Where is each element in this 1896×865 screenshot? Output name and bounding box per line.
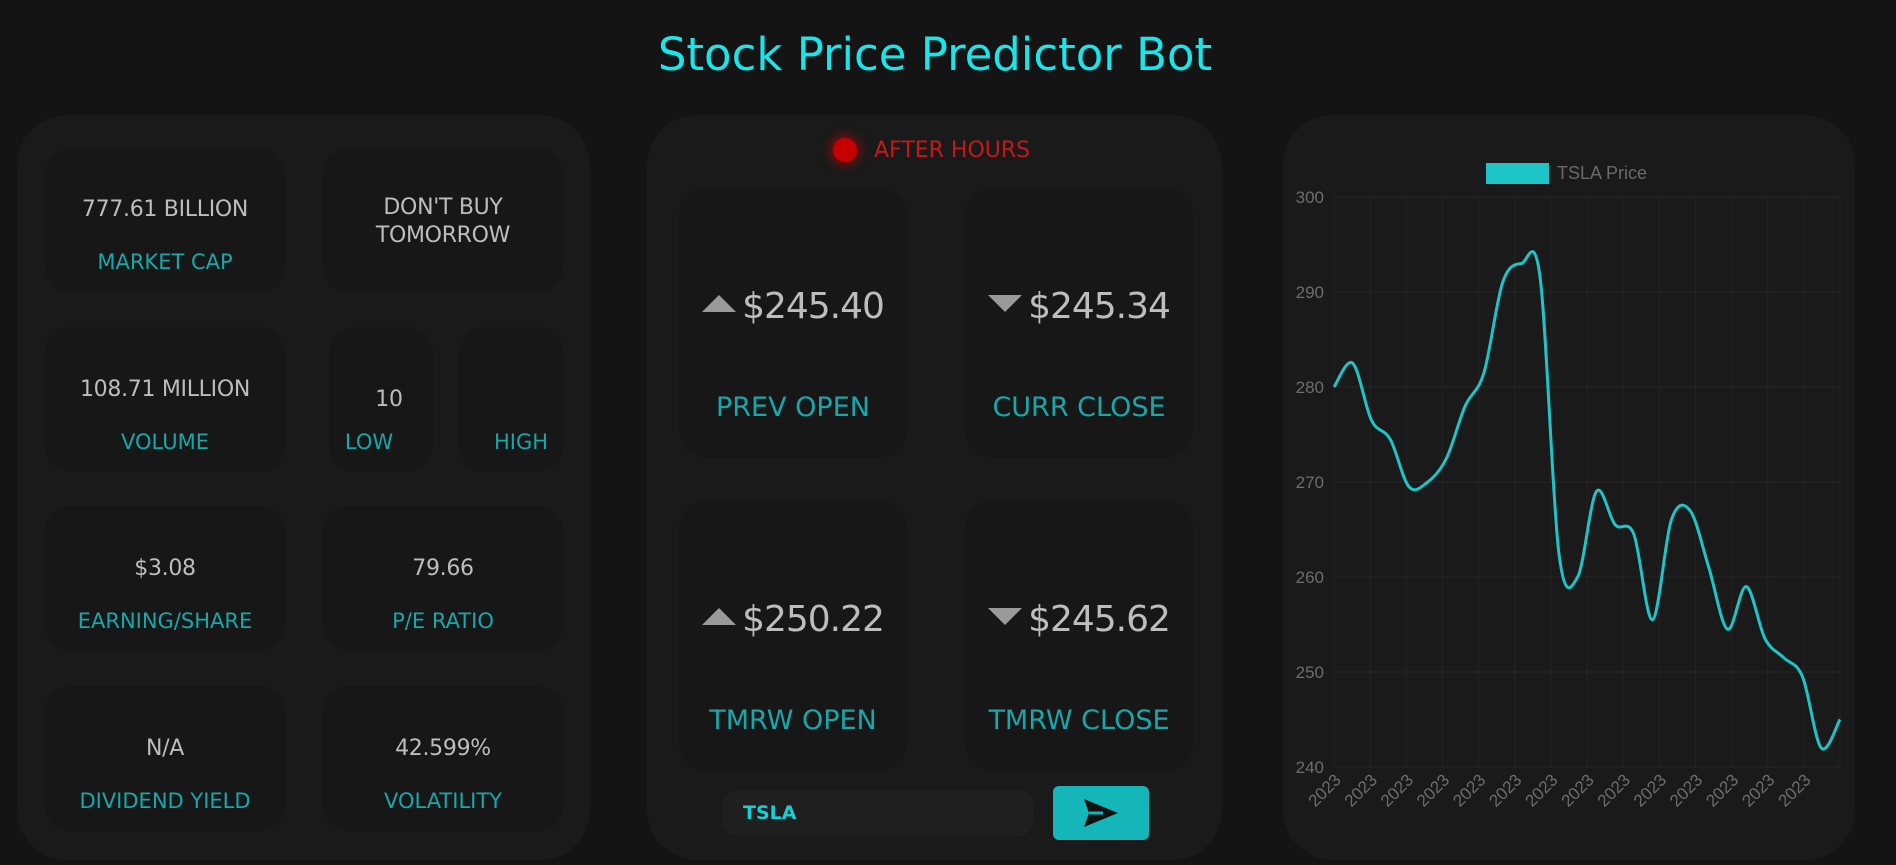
x-tick-label: 2023 <box>1413 770 1453 810</box>
y-tick-label: 290 <box>1296 283 1324 302</box>
arrow-down-icon <box>988 295 1023 312</box>
page-title: Stock Price Predictor Bot <box>657 28 1213 81</box>
eps-value: $3.08 <box>134 556 196 581</box>
prev-open-value: $245.40 <box>742 286 885 327</box>
high-tile: HIGH <box>459 327 563 472</box>
x-tick-label: 2023 <box>1522 770 1562 810</box>
curr-close-label: CURR CLOSE <box>992 392 1166 423</box>
volume-tile: 108.71 MILLION VOLUME <box>45 327 285 472</box>
tmrw-close-value: $245.62 <box>1028 599 1171 640</box>
y-tick-label: 270 <box>1296 473 1324 492</box>
market-cap-tile: 777.61 BILLION MARKET CAP <box>45 148 285 293</box>
pe-ratio-tile: 79.66 P/E RATIO <box>323 506 563 651</box>
ticker-input[interactable] <box>723 790 1033 836</box>
y-tick-label: 240 <box>1296 758 1324 777</box>
send-button[interactable] <box>1053 786 1149 840</box>
tmrw-open-label: TMRW OPEN <box>709 705 877 736</box>
tmrw-open-value: $250.22 <box>742 599 885 640</box>
market-cap-value: 777.61 BILLION <box>81 197 249 222</box>
y-tick-label: 280 <box>1296 378 1324 397</box>
y-tick-label: 300 <box>1296 188 1324 207</box>
x-tick-label: 2023 <box>1485 770 1525 810</box>
x-tick-label: 2023 <box>1558 770 1598 810</box>
x-tick-label: 2023 <box>1702 770 1742 810</box>
legend-label: TSLA Price <box>1557 163 1647 183</box>
eps-label: EARNING/SHARE <box>77 609 253 633</box>
prev-open-label: PREV OPEN <box>716 392 870 423</box>
x-tick-label: 2023 <box>1449 770 1489 810</box>
recommendation-tile: DON'T BUY TOMORROW <box>323 148 563 293</box>
x-tick-label: 2023 <box>1666 770 1706 810</box>
volume-label: VOLUME <box>121 430 209 454</box>
x-tick-label: 2023 <box>1594 770 1634 810</box>
arrow-up-icon <box>702 295 737 312</box>
tmrw-close-label: TMRW CLOSE <box>988 705 1170 736</box>
volatility-label: VOLATILITY <box>383 789 502 813</box>
pe-ratio-label: P/E RATIO <box>392 609 494 633</box>
curr-close-tile: $245.34 CURR CLOSE <box>965 188 1193 458</box>
send-icon <box>1084 799 1118 827</box>
legend-swatch <box>1486 163 1549 184</box>
high-label: HIGH <box>493 430 549 454</box>
y-tick-label: 250 <box>1296 663 1324 682</box>
x-tick-label: 2023 <box>1738 770 1778 810</box>
eps-tile: $3.08 EARNING/SHARE <box>45 506 285 651</box>
x-tick-label: 2023 <box>1341 770 1381 810</box>
recommendation-value: DON'T BUY TOMORROW <box>375 195 511 248</box>
market-cap-label: MARKET CAP <box>97 250 233 274</box>
market-status: AFTER HOURS <box>874 138 1031 163</box>
price-chart: TSLA Price240250260270280290300202320232… <box>1296 163 1842 811</box>
y-tick-label: 260 <box>1296 568 1324 587</box>
status-indicator-icon <box>833 138 857 162</box>
volatility-value: 42.599% <box>395 736 491 761</box>
prev-open-tile: $245.40 PREV OPEN <box>679 188 907 458</box>
volatility-tile: 42.599% VOLATILITY <box>323 686 563 831</box>
dividend-value: N/A <box>145 736 185 761</box>
arrow-up-icon <box>702 608 737 625</box>
x-tick-label: 2023 <box>1377 770 1417 810</box>
tmrw-open-tile: $250.22 TMRW OPEN <box>679 501 907 771</box>
dividend-label: DIVIDEND YIELD <box>79 789 251 813</box>
low-value: 10 <box>375 387 403 412</box>
low-label: LOW <box>344 430 394 454</box>
arrow-down-icon <box>988 608 1023 625</box>
pe-ratio-value: 79.66 <box>412 556 474 581</box>
tmrw-close-tile: $245.62 TMRW CLOSE <box>965 501 1193 771</box>
curr-close-value: $245.34 <box>1028 286 1171 327</box>
volume-value: 108.71 MILLION <box>79 377 251 402</box>
dividend-tile: N/A DIVIDEND YIELD <box>45 686 285 831</box>
x-tick-label: 2023 <box>1775 770 1815 810</box>
x-tick-label: 2023 <box>1630 770 1670 810</box>
low-tile: 10 LOW <box>329 327 433 472</box>
